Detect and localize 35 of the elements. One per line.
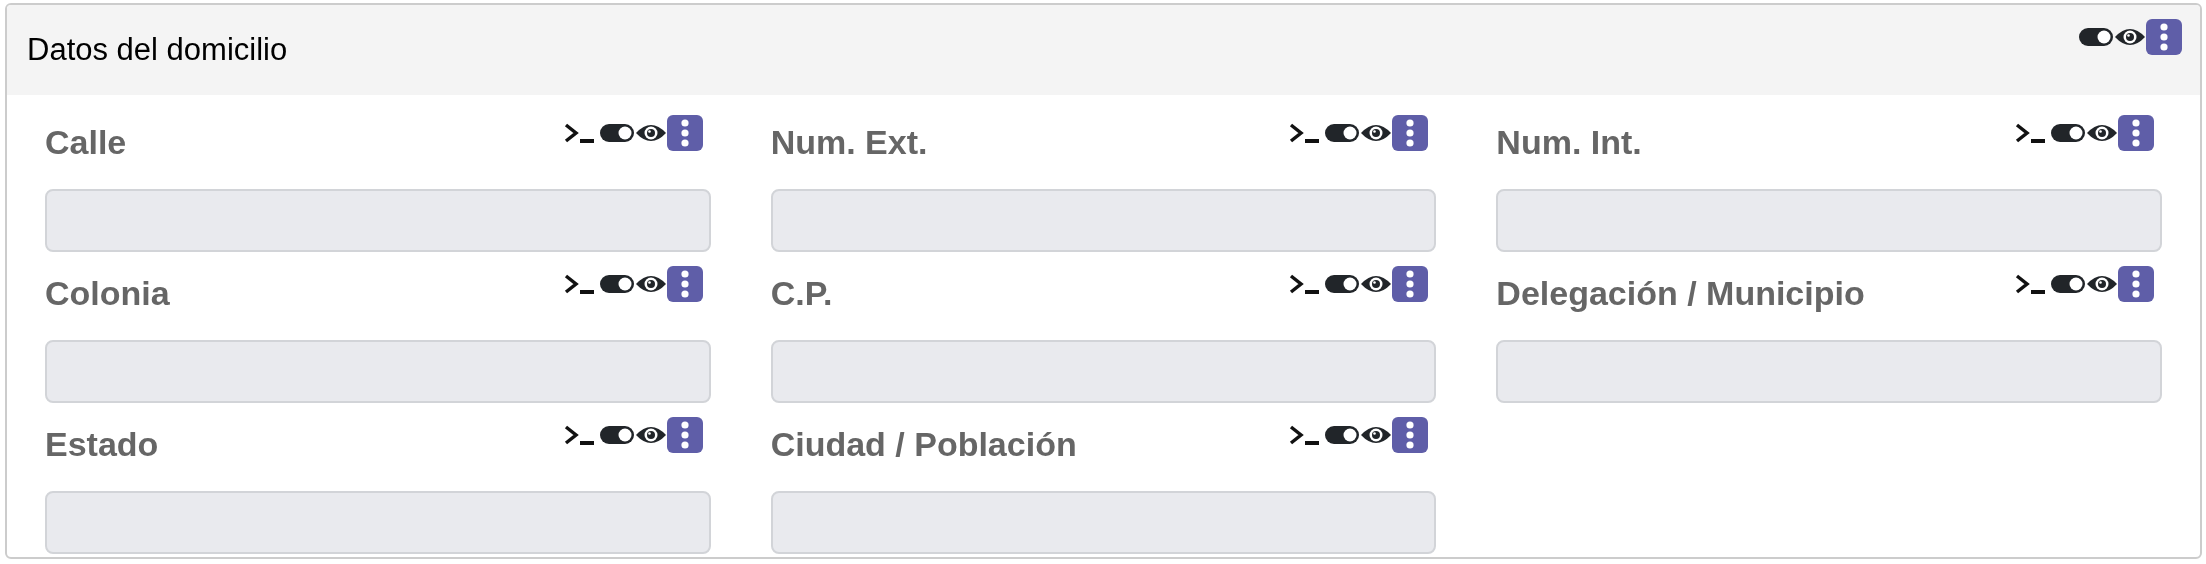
more-icon[interactable] — [666, 266, 703, 302]
more-icon[interactable] — [666, 115, 703, 151]
field-label: Estado — [45, 425, 159, 464]
field-label: Colonia — [45, 274, 170, 313]
input-field[interactable] — [770, 340, 1437, 403]
toggle-icon[interactable] — [598, 272, 635, 296]
toggle-icon[interactable] — [598, 423, 635, 447]
more-icon[interactable] — [2118, 266, 2154, 302]
toggle-icon[interactable] — [2050, 272, 2086, 296]
toggle-icon[interactable] — [2078, 25, 2114, 49]
more-icon[interactable] — [1392, 115, 1429, 151]
toggle-icon[interactable] — [1324, 272, 1361, 296]
more-icon[interactable] — [1392, 266, 1429, 302]
input-field[interactable] — [1496, 189, 2162, 252]
input-field[interactable] — [45, 189, 711, 252]
panel-title: Datos del domicilio — [27, 32, 288, 68]
more-icon[interactable] — [2118, 115, 2154, 151]
input-field[interactable] — [1496, 340, 2162, 403]
toggle-icon[interactable] — [598, 121, 635, 145]
toggle-icon[interactable] — [2050, 121, 2086, 145]
field-label: Calle — [45, 123, 127, 162]
field-label: Num. Ext. — [770, 123, 928, 162]
field-label: Delegación / Municipio — [1496, 274, 1865, 313]
more-icon[interactable] — [2146, 19, 2182, 55]
toggle-icon[interactable] — [1324, 121, 1361, 145]
toggle-icon[interactable] — [1324, 423, 1361, 447]
input-field[interactable] — [45, 340, 711, 403]
input-field[interactable] — [45, 491, 711, 554]
input-field[interactable] — [770, 189, 1437, 252]
field-label: C.P. — [770, 274, 833, 313]
field-label: Ciudad / Población — [770, 425, 1077, 464]
input-field[interactable] — [770, 491, 1437, 554]
more-icon[interactable] — [1392, 417, 1429, 453]
more-icon[interactable] — [666, 417, 703, 453]
field-label: Num. Int. — [1496, 123, 1642, 162]
